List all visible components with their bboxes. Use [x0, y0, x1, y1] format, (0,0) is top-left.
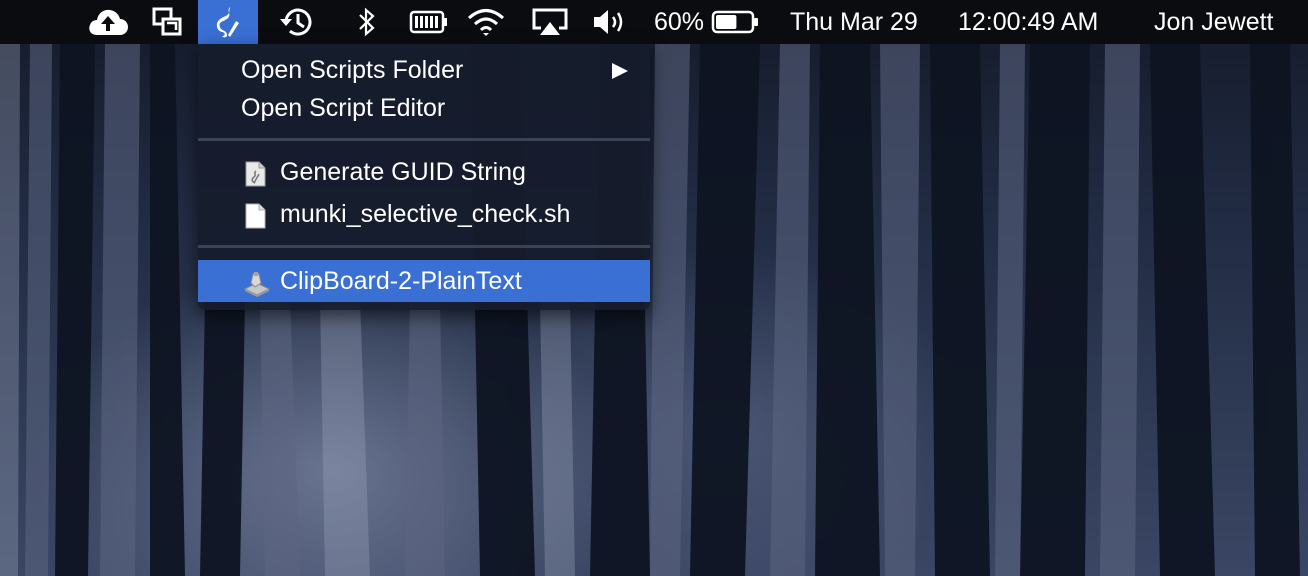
submenu-arrow-icon: [612, 63, 628, 79]
menu-item-clipboard-2-plaintext[interactable]: ClipBoard-2-PlainText: [198, 260, 650, 302]
airplay-icon[interactable]: [528, 0, 572, 44]
menubar-clock[interactable]: 12:00:49 AM: [958, 0, 1098, 44]
menu-item-label: ClipBoard-2-PlainText: [280, 267, 522, 295]
menu-item-open-scripts-folder[interactable]: Open Scripts Folder: [198, 51, 650, 89]
menu-item-munki-selective-check[interactable]: munki_selective_check.sh: [198, 195, 650, 233]
time-machine-icon[interactable]: [274, 0, 320, 44]
menu-separator: [198, 138, 650, 141]
menu-item-label: munki_selective_check.sh: [280, 200, 571, 228]
menu-item-label: Open Script Editor: [241, 94, 446, 122]
document-icon: [243, 202, 267, 229]
wifi-icon[interactable]: [464, 0, 508, 44]
scripts-menu: Open Scripts Folder Open Script Editor G…: [198, 44, 650, 310]
menubar-date[interactable]: Thu Mar 29: [790, 0, 918, 44]
menu-item-open-script-editor[interactable]: Open Script Editor: [198, 89, 650, 127]
battery-device-icon[interactable]: [406, 0, 450, 44]
menu-item-label: Generate GUID String: [280, 158, 526, 186]
battery-icon[interactable]: [710, 0, 760, 44]
menu-bar: 60% Thu Mar 29 12:00:49 AM Jon Jewett: [0, 0, 1308, 44]
volume-icon[interactable]: [588, 0, 630, 44]
desktop-wallpaper: [0, 0, 1308, 576]
display-mirroring-icon[interactable]: [144, 0, 190, 44]
script-document-icon: [243, 160, 267, 187]
scripts-menu-icon[interactable]: [198, 0, 258, 44]
menu-item-label: Open Scripts Folder: [241, 56, 464, 84]
cloud-upload-icon[interactable]: [84, 0, 132, 44]
menu-separator: [198, 245, 650, 248]
forest-trees: [0, 44, 1300, 576]
bluetooth-icon[interactable]: [352, 0, 382, 44]
menu-item-generate-guid-string[interactable]: Generate GUID String: [198, 153, 650, 191]
automator-workflow-icon: [243, 268, 271, 297]
battery-percent[interactable]: 60%: [654, 0, 704, 44]
user-name-menu[interactable]: Jon Jewett: [1154, 0, 1274, 44]
